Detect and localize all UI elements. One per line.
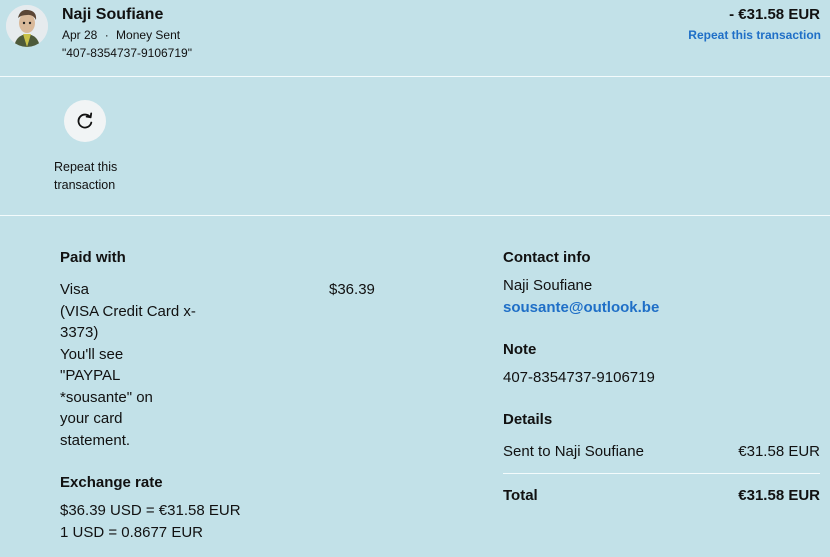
payment-method: Visa (VISA Credit Card x- 3373) You'll s… [60, 279, 210, 451]
refresh-icon [77, 112, 93, 129]
payment-method-line: (VISA Credit Card x- [60, 302, 196, 320]
repeat-transaction-link[interactable]: Repeat this transaction [688, 28, 821, 42]
payment-method-line: Visa [60, 281, 89, 298]
payment-method-line: You'll see [60, 345, 124, 363]
paid-amount: $36.39 [329, 281, 375, 298]
repeat-transaction-label: Repeat this transaction [54, 160, 118, 192]
transaction-amount: - €31.58 EUR [729, 6, 820, 23]
note-value: 407-8354737-9106719 [503, 369, 655, 386]
meta-separator: · [104, 28, 109, 42]
details-divider [503, 473, 820, 474]
transaction-date: Apr 28 [62, 28, 98, 42]
details-sent-amount: €31.58 EUR [738, 443, 820, 460]
contact-info-title: Contact info [503, 249, 591, 266]
payment-method-line: "PAYPAL [60, 367, 121, 384]
details-sent-row: Sent to Naji Soufiane €31.58 EUR [503, 441, 820, 463]
paid-with-title: Paid with [60, 249, 126, 266]
transaction-header: Naji Soufiane Apr 28 · Money Sent "407-8… [0, 0, 830, 76]
transaction-meta: Apr 28 · Money Sent [62, 28, 180, 42]
divider [0, 215, 830, 216]
transaction-type: Money Sent [116, 28, 181, 42]
exchange-rate-title: Exchange rate [60, 474, 163, 491]
details-title: Details [503, 411, 553, 428]
details-total-label: Total [503, 487, 538, 504]
contact-email-link[interactable]: sousante@outlook.be [503, 297, 659, 319]
payment-method-line: *sousante" on [60, 388, 153, 406]
payment-method-line: statement. [60, 431, 131, 449]
payment-method-line: 3373) [60, 324, 99, 341]
exchange-rate-conversion: $36.39 USD = €31.58 EUR [60, 502, 241, 519]
note-title: Note [503, 341, 537, 358]
divider [0, 76, 830, 77]
details-total-row: Total €31.58 EUR [503, 485, 820, 507]
details-sent-label: Sent to Naji Soufiane [503, 443, 644, 460]
contact-name: Naji Soufiane [62, 6, 164, 23]
repeat-transaction-button[interactable]: Repeat this transaction [54, 100, 144, 194]
payment-method-line: your card [60, 410, 123, 427]
details-total-amount: €31.58 EUR [738, 487, 820, 504]
exchange-rate-unit: 1 USD = 0.8677 EUR [60, 524, 203, 541]
avatar [6, 5, 48, 47]
transaction-memo: "407-8354737-9106719" [62, 46, 192, 60]
contact-info-name: Naji Soufiane [503, 277, 593, 294]
repeat-icon-circle[interactable] [64, 100, 106, 142]
